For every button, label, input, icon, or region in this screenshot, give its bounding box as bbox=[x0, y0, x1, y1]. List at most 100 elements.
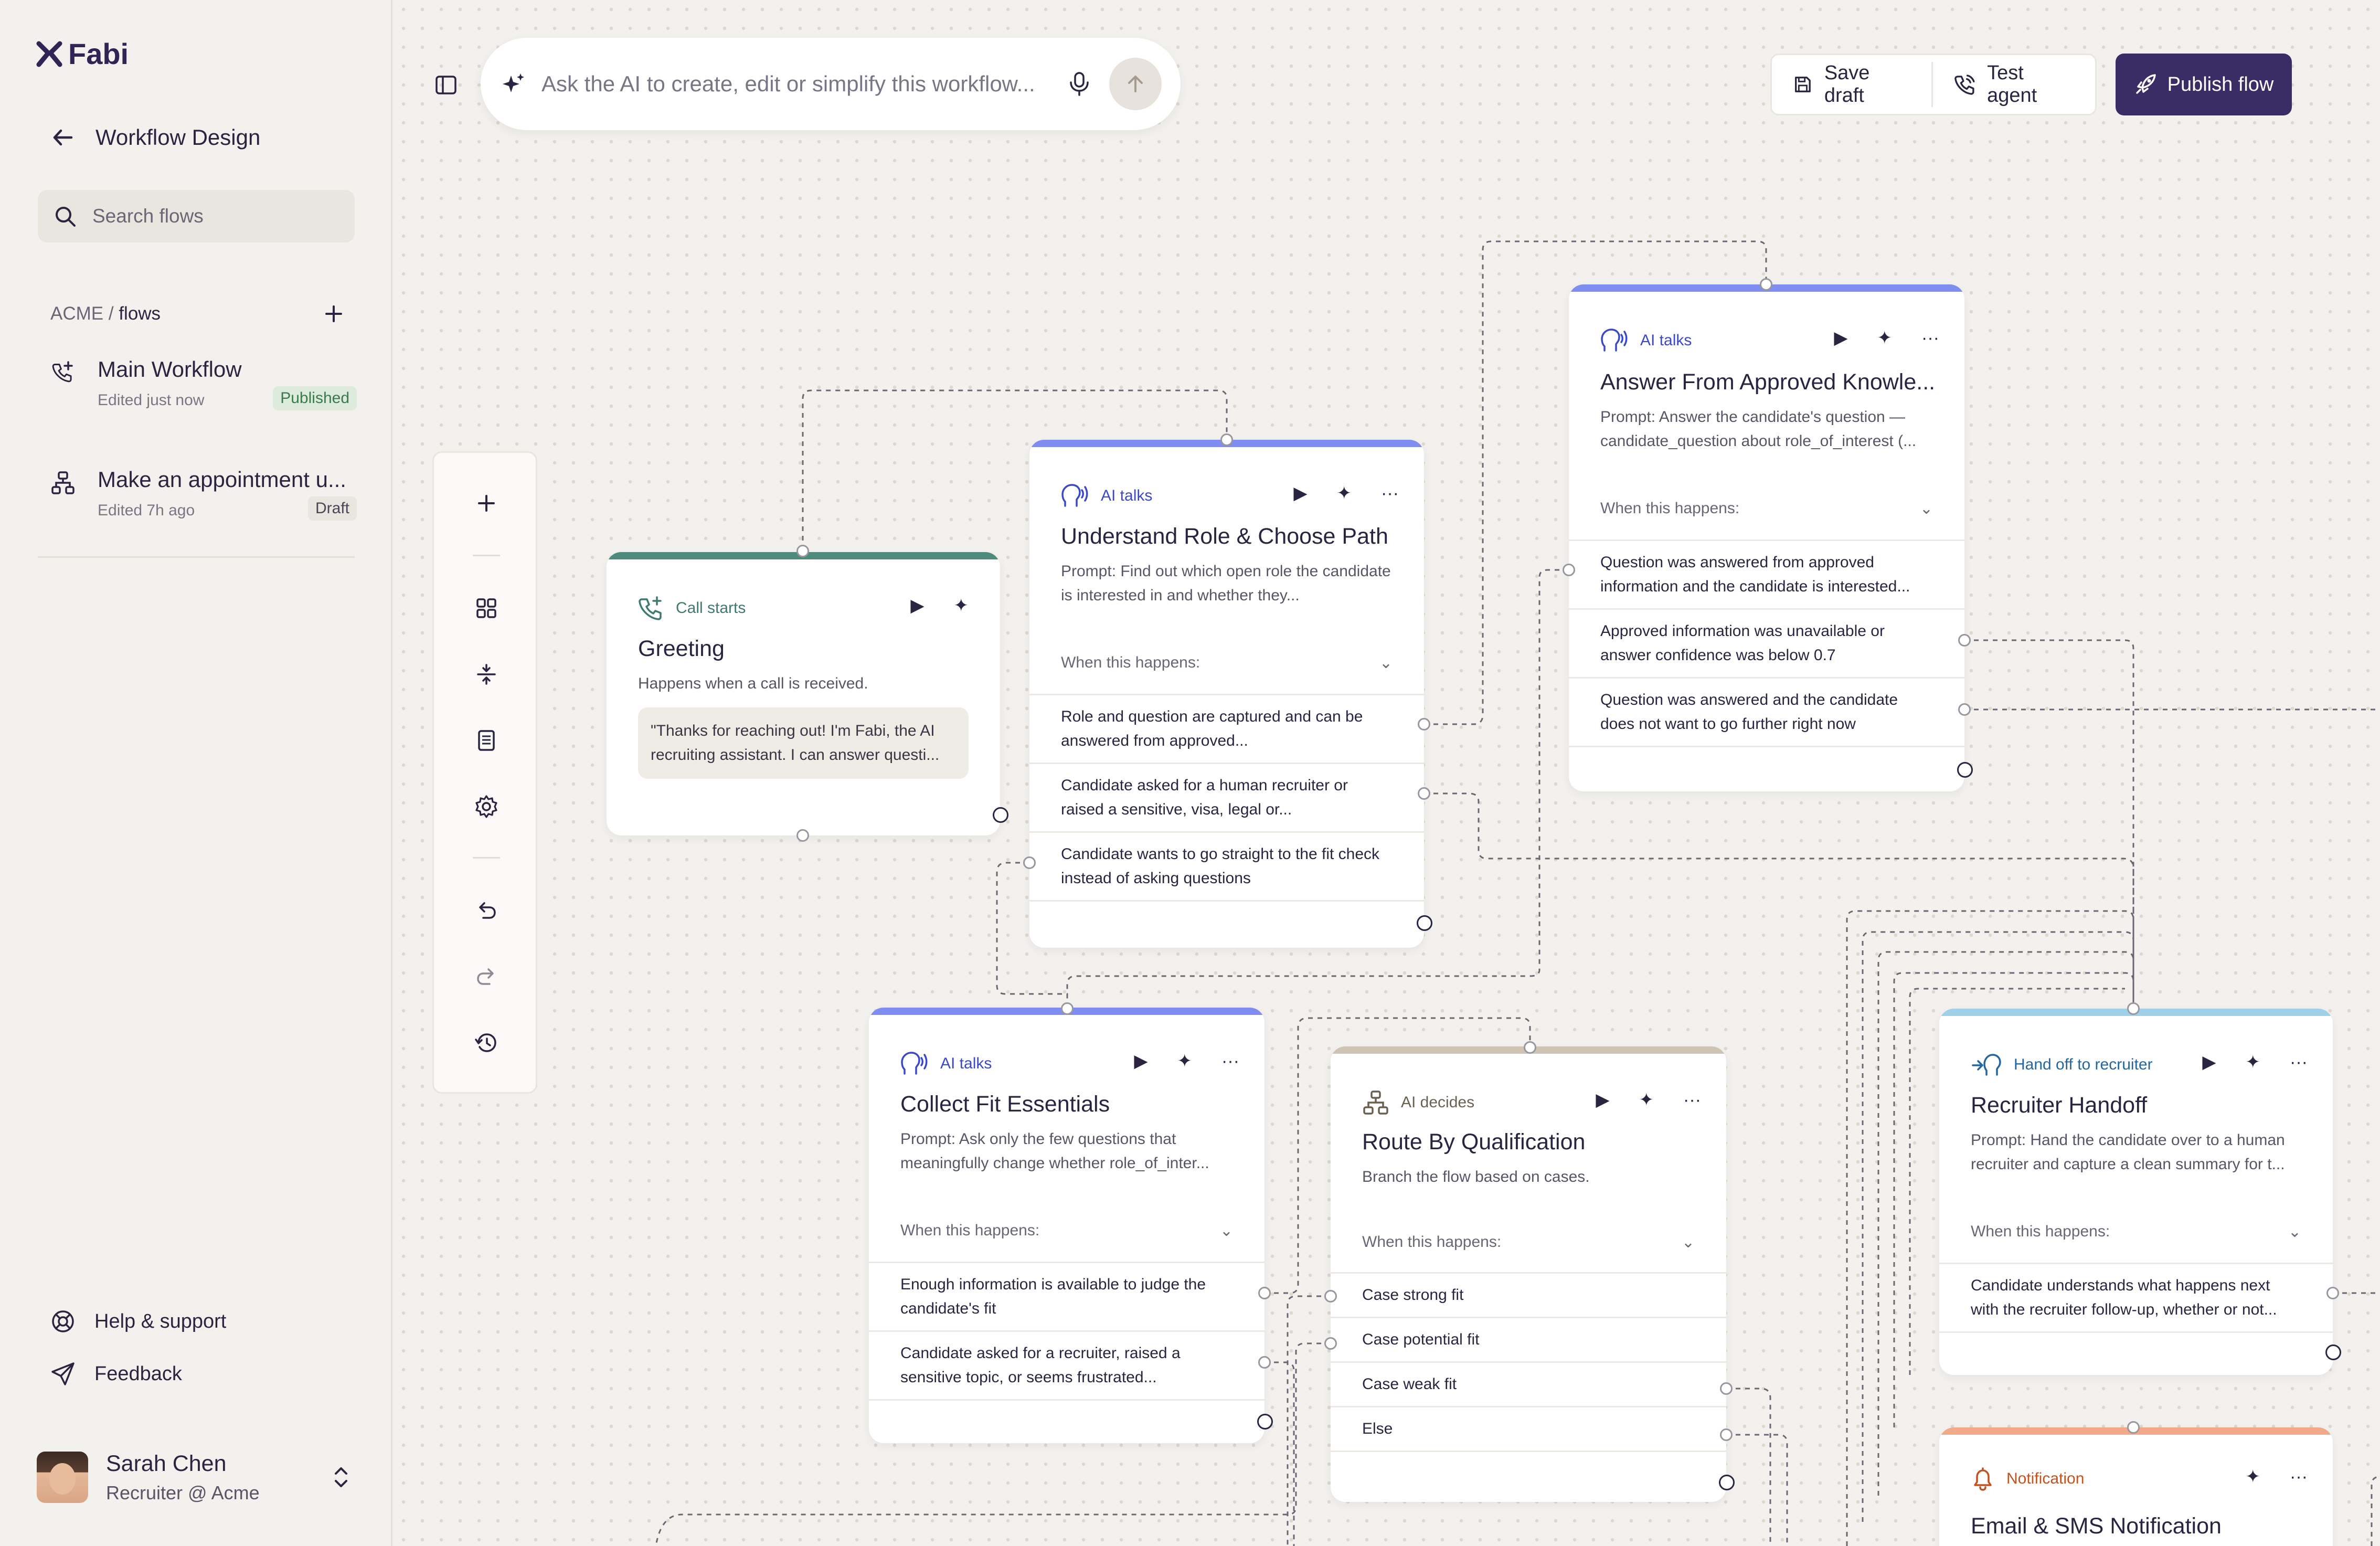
microphone-icon[interactable] bbox=[1067, 71, 1091, 97]
case-item[interactable]: Candidate understands what happens next … bbox=[1939, 1263, 2333, 1333]
case-item[interactable]: Candidate asked for a human recruiter or… bbox=[1029, 763, 1424, 831]
sparkle-icon[interactable]: ✦ bbox=[1177, 1051, 1193, 1072]
more-icon[interactable]: ··· bbox=[1221, 1051, 1239, 1072]
when-header[interactable]: When this happens: ⌄ bbox=[900, 1222, 1233, 1240]
play-icon[interactable]: ▶ bbox=[1834, 327, 1847, 348]
node-kind: AI talks bbox=[1101, 487, 1153, 504]
port[interactable] bbox=[1720, 1382, 1733, 1395]
settings-button[interactable] bbox=[465, 786, 507, 828]
port[interactable] bbox=[1220, 433, 1233, 446]
sidebar-toggle-icon[interactable] bbox=[434, 73, 458, 97]
when-label: When this happens: bbox=[900, 1222, 1040, 1239]
case-item[interactable]: Case strong fit bbox=[1331, 1272, 1726, 1317]
more-icon[interactable]: ··· bbox=[2290, 1052, 2308, 1073]
node-understand-role[interactable]: AI talks ▶ ✦ ··· Understand Role & Choos… bbox=[1029, 440, 1424, 948]
node-recruiter-handoff[interactable]: Hand off to recruiter ▶ ✦ ··· Recruiter … bbox=[1939, 1009, 2333, 1375]
notes-button[interactable] bbox=[465, 719, 507, 761]
node-route-qualification[interactable]: AI decides ▶ ✦ ··· Route By Qualificatio… bbox=[1331, 1046, 1726, 1502]
case-item[interactable]: Question was answered from approved info… bbox=[1569, 539, 1964, 608]
sparkle-icon[interactable]: ✦ bbox=[2246, 1052, 2261, 1073]
history-button[interactable] bbox=[465, 1022, 507, 1064]
port[interactable] bbox=[993, 807, 1008, 823]
wire-route-weak bbox=[1726, 1388, 1771, 1546]
undo-icon bbox=[479, 902, 496, 919]
add-node-button[interactable] bbox=[465, 482, 507, 524]
node-answer-approved[interactable]: AI talks ▶ ✦ ··· Answer From Approved Kn… bbox=[1569, 284, 1964, 791]
play-icon[interactable]: ▶ bbox=[1293, 483, 1307, 504]
fit-view-button[interactable] bbox=[465, 653, 507, 695]
port[interactable] bbox=[1258, 1356, 1271, 1369]
port[interactable] bbox=[1418, 787, 1430, 800]
when-header[interactable]: When this happens: ⌄ bbox=[1600, 500, 1933, 518]
chevron-down-icon: ⌄ bbox=[1379, 654, 1393, 672]
case-item[interactable]: Candidate asked for a recruiter, raised … bbox=[869, 1330, 1265, 1401]
undo-button[interactable] bbox=[465, 890, 507, 931]
node-notification[interactable]: Notification ✦ ··· Email & SMS Notificat… bbox=[1939, 1427, 2333, 1546]
node-desc: Prompt: Hand the candidate over to a hum… bbox=[1971, 1131, 2285, 1173]
chevron-down-icon: ⌄ bbox=[1681, 1234, 1695, 1251]
case-item[interactable]: Question was answered and the candidate … bbox=[1569, 677, 1964, 747]
port[interactable] bbox=[2127, 1421, 2140, 1434]
save-draft-button[interactable]: Save draft bbox=[1772, 55, 1931, 114]
port[interactable] bbox=[2325, 1344, 2341, 1360]
sparkle-icon[interactable]: ✦ bbox=[1877, 327, 1893, 348]
case-item[interactable]: Case weak fit bbox=[1331, 1361, 1726, 1406]
when-header[interactable]: When this happens: ⌄ bbox=[1061, 654, 1393, 672]
ai-prompt-bar[interactable]: Ask the AI to create, edit or simplify t… bbox=[481, 38, 1181, 130]
port[interactable] bbox=[1563, 564, 1575, 576]
more-icon[interactable]: ··· bbox=[1921, 328, 1939, 348]
when-header[interactable]: When this happens: ⌄ bbox=[1362, 1233, 1695, 1252]
port[interactable] bbox=[1258, 1287, 1271, 1299]
play-icon[interactable]: ▶ bbox=[910, 595, 924, 616]
send-button[interactable] bbox=[1109, 58, 1162, 110]
port[interactable] bbox=[1958, 634, 1971, 647]
when-header[interactable]: When this happens: ⌄ bbox=[1971, 1223, 2301, 1241]
node-desc: Prompt: Answer the candidate's question … bbox=[1600, 408, 1917, 450]
sparkle-icon[interactable]: ✦ bbox=[954, 595, 969, 616]
port[interactable] bbox=[1957, 762, 1973, 778]
port[interactable] bbox=[1324, 1290, 1337, 1303]
case-item[interactable]: Candidate wants to go straight to the fi… bbox=[1029, 831, 1424, 902]
node-kind: AI decides bbox=[1401, 1094, 1475, 1111]
case-item[interactable]: Role and question are captured and can b… bbox=[1029, 694, 1424, 763]
node-desc: Happens when a call is received. bbox=[638, 675, 868, 692]
node-greeting[interactable]: Call starts ▶ ✦ Greeting Happens when a … bbox=[607, 552, 1000, 835]
case-item[interactable]: Else bbox=[1331, 1406, 1726, 1452]
port[interactable] bbox=[1720, 1428, 1733, 1441]
port[interactable] bbox=[1324, 1337, 1337, 1350]
redo-button[interactable] bbox=[465, 956, 507, 998]
port[interactable] bbox=[2326, 1287, 2339, 1299]
chevron-down-icon: ⌄ bbox=[1219, 1222, 1233, 1240]
more-icon[interactable]: ··· bbox=[1683, 1090, 1701, 1110]
play-icon[interactable]: ▶ bbox=[1596, 1089, 1609, 1110]
port[interactable] bbox=[1719, 1475, 1735, 1490]
prompt-input[interactable]: Ask the AI to create, edit or simplify t… bbox=[541, 71, 1056, 97]
port[interactable] bbox=[796, 545, 809, 557]
test-agent-button[interactable]: Test agent bbox=[1933, 55, 2095, 114]
play-icon[interactable]: ▶ bbox=[1134, 1051, 1148, 1072]
port[interactable] bbox=[796, 829, 809, 842]
grid-view-button[interactable] bbox=[465, 587, 507, 629]
port[interactable] bbox=[2127, 1002, 2140, 1015]
case-item[interactable]: Enough information is available to judge… bbox=[869, 1262, 1265, 1330]
port[interactable] bbox=[1023, 856, 1036, 869]
node-desc: Prompt: Ask only the few questions that … bbox=[900, 1130, 1209, 1172]
node-title: Email & SMS Notification bbox=[1971, 1513, 2222, 1539]
publish-flow-button[interactable]: Publish flow bbox=[2116, 54, 2292, 115]
port[interactable] bbox=[1257, 1414, 1273, 1429]
port[interactable] bbox=[1417, 915, 1432, 931]
sparkle-icon[interactable]: ✦ bbox=[1337, 483, 1352, 504]
more-icon[interactable]: ··· bbox=[2290, 1467, 2308, 1487]
port[interactable] bbox=[1061, 1002, 1074, 1015]
sparkle-icon[interactable]: ✦ bbox=[1639, 1089, 1654, 1110]
case-item[interactable]: Approved information was unavailable or … bbox=[1569, 608, 1964, 677]
sparkle-icon[interactable]: ✦ bbox=[2246, 1466, 2261, 1487]
port[interactable] bbox=[1524, 1041, 1536, 1054]
port[interactable] bbox=[1760, 278, 1772, 291]
node-collect-fit[interactable]: AI talks ▶ ✦ ··· Collect Fit Essentials … bbox=[869, 1008, 1265, 1443]
play-icon[interactable]: ▶ bbox=[2202, 1052, 2216, 1073]
port[interactable] bbox=[1958, 703, 1971, 716]
case-item[interactable]: Case potential fit bbox=[1331, 1317, 1726, 1361]
port[interactable] bbox=[1418, 718, 1430, 730]
more-icon[interactable]: ··· bbox=[1381, 483, 1399, 504]
